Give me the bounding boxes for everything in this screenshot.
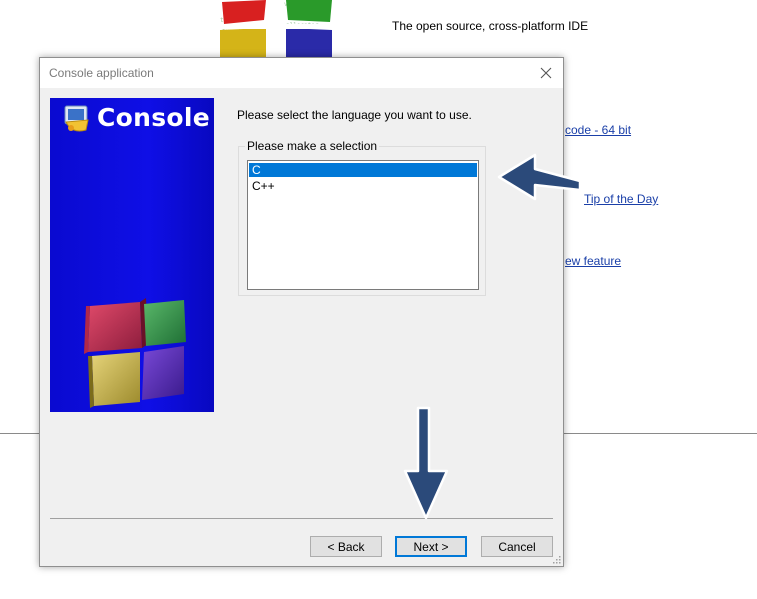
close-button[interactable]	[529, 58, 563, 88]
dialog-title: Console application	[49, 66, 154, 80]
new-feature-link[interactable]: ew feature	[565, 254, 621, 268]
cancel-button[interactable]: Cancel	[481, 536, 553, 557]
codeblocks-logo: value_type const_iter allocator doubl ty…	[220, 0, 350, 62]
download-64bit-link[interactable]: code - 64 bit	[565, 123, 631, 137]
selection-group-label: Please make a selection	[245, 139, 380, 153]
dialog-titlebar[interactable]: Console application	[40, 58, 563, 88]
button-separator	[50, 518, 553, 519]
wizard-side-banner: Console	[50, 98, 214, 412]
next-button[interactable]: Next >	[395, 536, 467, 557]
language-option-cpp[interactable]: C++	[249, 179, 477, 193]
language-prompt: Please select the language you want to u…	[237, 108, 472, 122]
banner-title: Console	[97, 103, 211, 132]
resize-grip-icon[interactable]	[551, 554, 561, 564]
console-application-dialog: Console application Console Please selec…	[39, 57, 564, 567]
arrow-down-icon	[403, 406, 449, 520]
language-option-c[interactable]: C	[249, 163, 477, 177]
arrow-left-icon	[497, 153, 582, 201]
back-button[interactable]: < Back	[310, 536, 382, 557]
close-icon	[540, 67, 552, 79]
language-listbox[interactable]: C C++	[247, 160, 479, 290]
tip-of-the-day-link[interactable]: Tip of the Day	[584, 192, 658, 206]
cubes-graphic	[84, 298, 186, 408]
console-icon	[64, 105, 89, 132]
ide-tagline: The open source, cross-platform IDE	[392, 19, 589, 33]
